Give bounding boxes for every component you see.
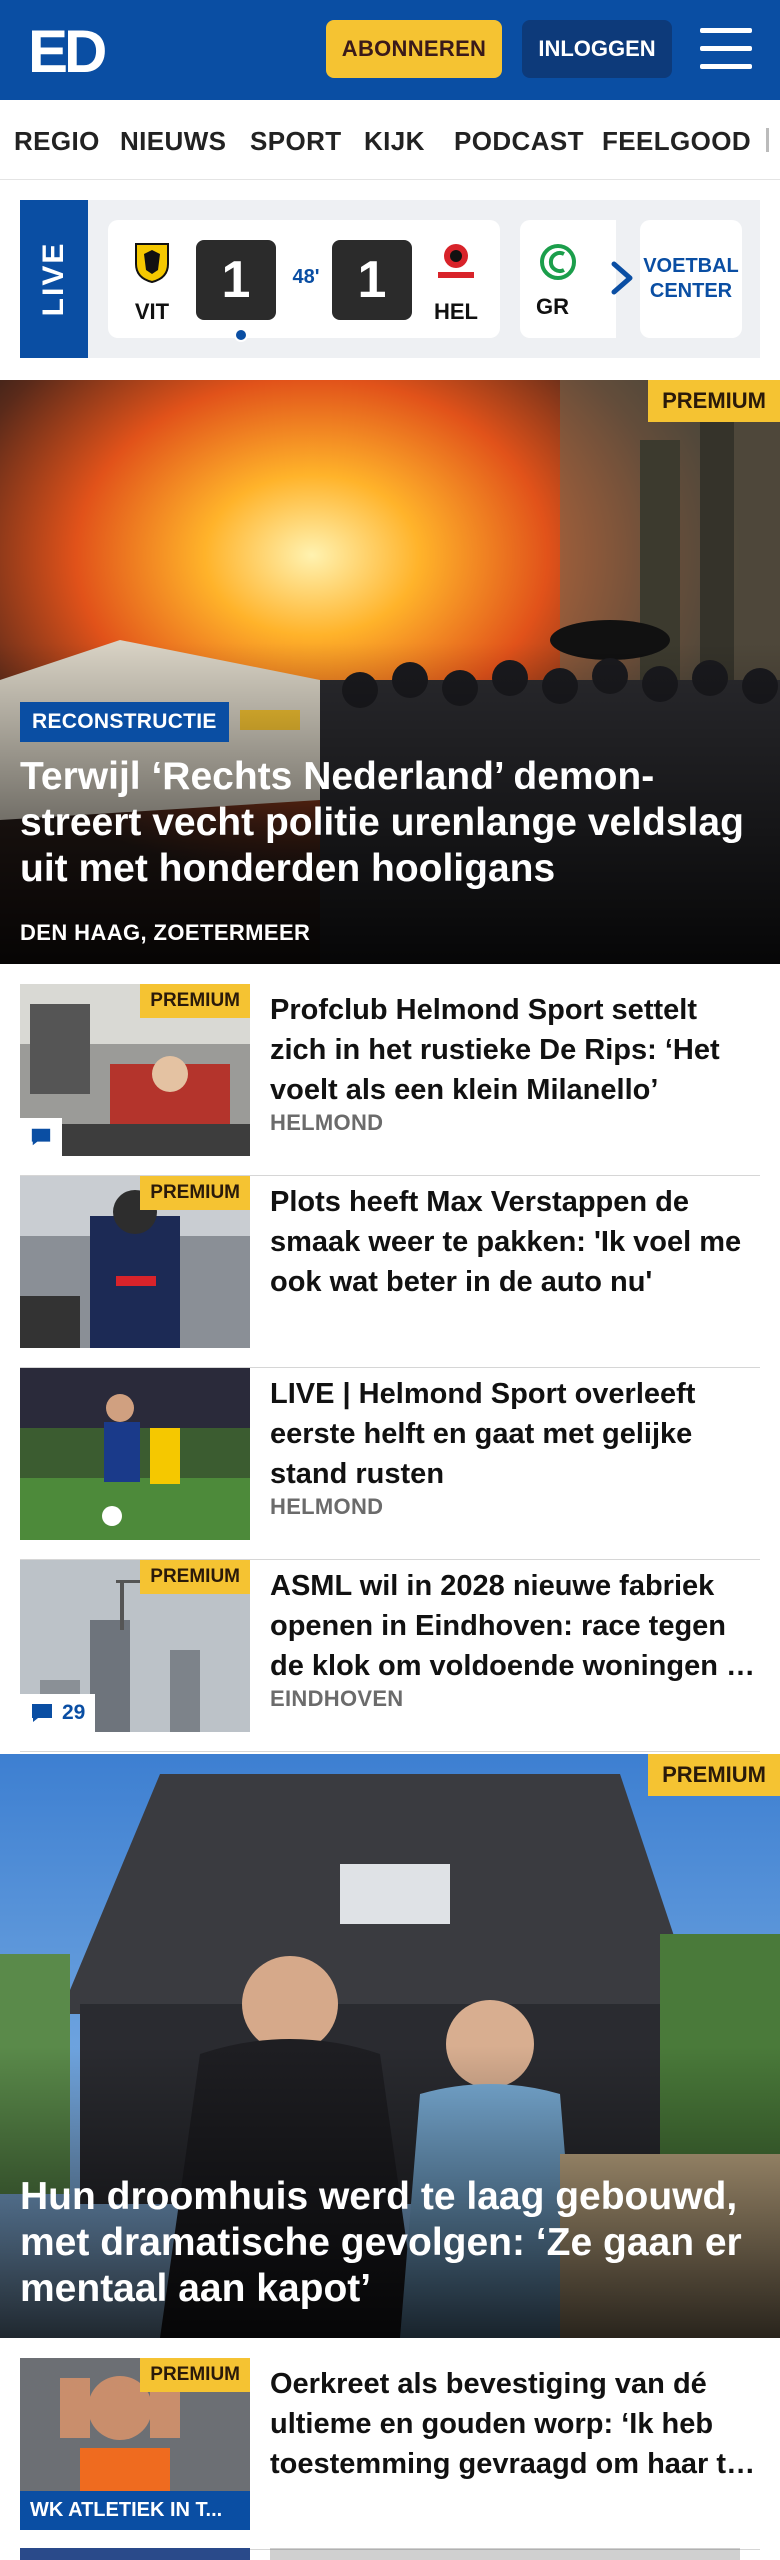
home-score: 1 xyxy=(196,240,276,320)
nav-item-sport[interactable]: SPORT xyxy=(250,126,342,157)
category-badge: WK ATLETIEK IN T... xyxy=(20,2491,250,2530)
article-headline[interactable]: Profclub Helmond Sport settelt zich in h… xyxy=(270,990,760,1110)
nav-item-nieuws[interactable]: NIEUWS xyxy=(120,126,226,157)
article-thumbnail xyxy=(20,1368,250,1540)
nav-overflow-indicator xyxy=(766,128,769,152)
article-location: HELMOND xyxy=(270,1494,384,1519)
article-item[interactable]: PREMIUM Plots heeft Max Verstappen de sm… xyxy=(20,1176,760,1368)
comments-badge[interactable] xyxy=(20,1118,62,1156)
article-headline[interactable]: LIVE | Helmond Sport overleeft eerste he… xyxy=(270,1374,760,1494)
groningen-crest-icon xyxy=(540,244,576,280)
live-match-card[interactable]: VIT 1 48' 1 HEL xyxy=(108,220,500,342)
chevron-right-icon[interactable] xyxy=(602,256,642,300)
premium-badge: PREMIUM xyxy=(140,2358,250,2392)
premium-badge: PREMIUM xyxy=(140,1560,250,1594)
voetbal-center-link[interactable]: VOETBAL CENTER xyxy=(640,220,742,338)
away-club-abbr: HEL xyxy=(434,299,478,324)
featured-article[interactable]: PREMIUM Hun droomhuis werd te laag gebou… xyxy=(0,1754,780,2338)
nav-item-podcast[interactable]: PODCAST xyxy=(454,126,584,157)
comment-icon xyxy=(31,1128,51,1146)
premium-badge: PREMIUM xyxy=(140,984,250,1018)
article-item[interactable]: PREMIUM 29 ASML wil in 2028 nieuwe fabri… xyxy=(20,1560,760,1752)
away-club: HEL xyxy=(428,240,484,325)
comment-count: 29 xyxy=(62,1701,86,1724)
live-indicator-dot xyxy=(234,328,248,342)
article-headline[interactable]: Plots heeft Max Verstappen de smaak weer… xyxy=(270,1182,760,1302)
category-badge: RECONSTRUCTIE xyxy=(20,702,229,742)
article-location: HELMOND xyxy=(270,1110,384,1135)
hamburger-menu-icon[interactable] xyxy=(700,28,752,70)
subscribe-button[interactable]: ABONNEREN xyxy=(326,20,502,78)
nav-item-regio[interactable]: REGIO xyxy=(14,126,100,157)
article-thumbnail: PREMIUM WK ATLETIEK IN T... xyxy=(20,2358,250,2530)
next-match-abbr: GR xyxy=(536,294,569,319)
comment-icon xyxy=(32,1704,52,1722)
live-label: LIVE xyxy=(37,241,70,317)
site-header: ED ABONNEREN INLOGGEN xyxy=(0,0,780,100)
home-club: VIT xyxy=(124,240,180,325)
article-thumbnail: PREMIUM xyxy=(20,1176,250,1348)
football-match-image xyxy=(20,1368,250,1540)
premium-badge: PREMIUM xyxy=(648,380,780,422)
match-minute: 48' xyxy=(292,266,320,288)
hero-article[interactable]: PREMIUM RECONSTRUCTIE Terwijl ‘Rechts Ne… xyxy=(0,380,780,964)
premium-badge: PREMIUM xyxy=(140,1176,250,1210)
nav-item-feelgood[interactable]: FEELGOOD xyxy=(602,126,751,157)
article-item[interactable]: PREMIUM Profclub Helmond Sport settelt z… xyxy=(20,984,760,1176)
article-headline-partial xyxy=(270,2548,740,2560)
login-button[interactable]: INLOGGEN xyxy=(522,20,672,78)
article-thumbnail: PREMIUM 29 xyxy=(20,1560,250,1732)
away-score: 1 xyxy=(332,240,412,320)
featured-headline[interactable]: Hun droomhuis werd te laag gebouwd, met … xyxy=(20,2174,760,2312)
article-thumbnail-partial xyxy=(20,2548,250,2560)
comments-badge[interactable]: 29 xyxy=(20,1694,96,1732)
hero-location: DEN HAAG, ZOETERMEER xyxy=(20,920,311,945)
article-headline[interactable]: Oerkreet als bevestiging van dé ultieme … xyxy=(270,2364,760,2484)
premium-badge: PREMIUM xyxy=(648,1754,780,1796)
article-item[interactable]: LIVE | Helmond Sport overleeft eerste he… xyxy=(20,1368,760,1560)
helmond-sport-crest-icon xyxy=(438,244,474,278)
hero-headline[interactable]: Terwijl ‘Rechts Nederland’ demon­streert… xyxy=(20,754,760,892)
article-location: EINDHOVEN xyxy=(270,1686,404,1711)
live-scores-widget: LIVE VIT 1 48' 1 HEL GR VOETBAL CENTER xyxy=(20,200,760,358)
home-club-abbr: VIT xyxy=(134,299,170,324)
ed-logo[interactable]: ED xyxy=(28,22,118,78)
svg-text:ED: ED xyxy=(28,22,105,78)
live-tab[interactable]: LIVE xyxy=(20,200,88,358)
article-item[interactable]: PREMIUM WK ATLETIEK IN T... Oerkreet als… xyxy=(20,2358,760,2550)
main-navigation: REGIO NIEUWS SPORT KIJK PODCAST FEELGOOD xyxy=(0,100,780,180)
article-thumbnail: PREMIUM xyxy=(20,984,250,1156)
article-headline[interactable]: ASML wil in 2028 nieuwe fabriek openen i… xyxy=(270,1566,760,1686)
vitesse-crest-icon xyxy=(135,243,169,284)
nav-item-kijk[interactable]: KIJK xyxy=(364,126,425,157)
